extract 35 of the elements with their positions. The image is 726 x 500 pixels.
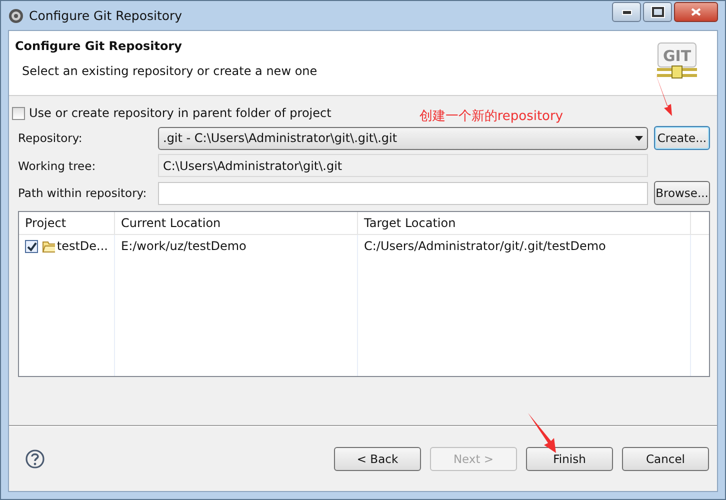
wizard-button[interactable]: Finish	[526, 446, 613, 470]
column-header[interactable]: Current Location	[115, 212, 358, 234]
git-logo-icon	[657, 42, 697, 78]
annotation-arrow	[528, 413, 556, 453]
table-cell: C:/Users/Administrator/git/.git/testDemo	[364, 239, 606, 253]
column-header[interactable]: Target Location	[358, 212, 691, 234]
field-button[interactable]: Create...	[654, 126, 710, 150]
maximize-button[interactable]	[643, 2, 672, 22]
checkbox[interactable]	[12, 106, 25, 120]
table-cell: E:/work/uz/testDemo	[121, 239, 246, 253]
checkbox-label: Use or create repository in parent folder of project	[29, 106, 332, 120]
input-field[interactable]	[158, 182, 648, 204]
page-description: Select an existing repository or create a new one	[22, 64, 318, 78]
annotation-text: 创建一个新的repository	[419, 108, 564, 125]
gear-icon	[8, 8, 24, 24]
close-button[interactable]	[674, 2, 718, 22]
help-icon[interactable]	[25, 448, 45, 468]
logo-text: GIT	[662, 47, 692, 65]
window-title: Configure Git Repository	[29, 8, 184, 23]
wizard-button[interactable]: Cancel	[622, 446, 709, 470]
field-label: Working tree:	[18, 158, 97, 172]
field-label: Path within repository:	[18, 186, 148, 200]
table-cell: testDe...	[56, 239, 108, 253]
caret-icon	[635, 136, 643, 140]
close-icon[interactable]	[690, 7, 702, 17]
read-only-field: C:\Users\Administrator\git\.git	[158, 154, 648, 177]
field-button[interactable]: Browse...	[654, 181, 710, 205]
minimize-button[interactable]	[612, 2, 641, 22]
repository-dropdown[interactable]: .git - C:\Users\Administrator\git\.git\.git	[158, 126, 648, 150]
folder-icon	[42, 239, 55, 253]
field-label: Repository:	[18, 131, 84, 145]
column-header[interactable]: Project	[19, 212, 115, 234]
checkbox[interactable]	[25, 240, 38, 252]
page-title: Configure Git Repository	[15, 39, 183, 53]
wizard-button[interactable]: < Back	[334, 446, 421, 470]
